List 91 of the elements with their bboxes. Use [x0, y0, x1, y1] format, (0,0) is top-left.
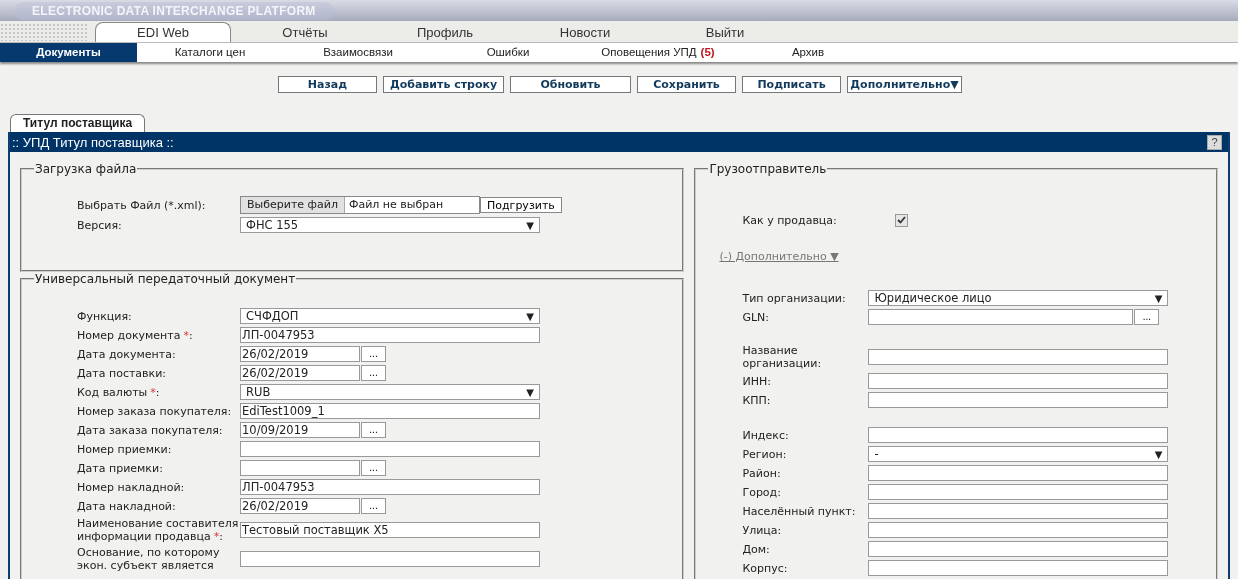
nav-tab[interactable]: Выйти — [655, 23, 795, 42]
field-label: Дата документа: — [77, 347, 177, 361]
field-label: Основание, по которому экон. субъект является — [77, 546, 221, 572]
text-field[interactable] — [868, 522, 1169, 538]
text-field[interactable] — [868, 560, 1169, 576]
field-label: Корпус: — [742, 561, 789, 575]
field-label: Дом: — [742, 542, 771, 556]
select-field[interactable]: Юридическое лицо ▼ — [868, 290, 1169, 306]
field-label: Наименование составителя информации продавца *: — [77, 517, 240, 543]
date-field[interactable]: 26/02/2019 — [240, 365, 360, 381]
field-label: Дата заказа покупателя: — [77, 423, 224, 437]
nav-tab[interactable]: Новости — [515, 23, 655, 42]
field-label: GLN: — [742, 310, 771, 324]
field-label: Функция: — [77, 309, 133, 323]
field-label: Населённый пункт: — [742, 504, 857, 518]
sub-nav-item[interactable]: Архив — [733, 43, 883, 62]
group-legend: Загрузка файла — [34, 162, 138, 176]
text-field[interactable] — [868, 503, 1169, 519]
text-field[interactable]: Тестовый поставщик X5 — [240, 522, 540, 538]
text-field[interactable] — [868, 309, 1134, 325]
select-field[interactable]: СЧФДОП ▼ — [240, 308, 540, 324]
date-field[interactable] — [240, 460, 360, 476]
field-label: Регион: — [742, 447, 788, 461]
text-field[interactable] — [868, 373, 1169, 389]
platform-title: ELECTRONIC DATA INTERCHANGE PLATFORM — [14, 1, 334, 20]
field-label: Номер приемки: — [77, 442, 173, 456]
select-field[interactable]: RUB ▼ — [240, 384, 540, 400]
text-field[interactable] — [868, 349, 1169, 365]
toolbar-button[interactable]: Добавить строку — [383, 76, 504, 93]
field-label: Номер документа *: — [77, 328, 194, 342]
date-field[interactable]: 10/09/2019 — [240, 422, 360, 438]
dropdown-button[interactable]: Дополнительно▼ — [847, 76, 962, 93]
field-label: Дата накладной: — [77, 499, 177, 513]
nav-tab[interactable]: Отчёты — [235, 23, 375, 42]
more-link[interactable]: (-) Дополнительно ▼ — [719, 250, 839, 263]
nav-tab[interactable]: Профиль — [375, 23, 515, 42]
field-label: Улица: — [742, 523, 783, 537]
field-label: Номер заказа покупателя: — [77, 404, 233, 418]
group-legend: Грузоотправитель — [708, 162, 828, 176]
toolbar-button[interactable]: Назад — [278, 76, 377, 93]
field-label: Район: — [742, 466, 782, 480]
text-field[interactable] — [868, 484, 1169, 500]
field-label: Версия: — [77, 218, 123, 232]
field-label: Дата приемки: — [77, 461, 164, 475]
field-label: Название организации: — [742, 344, 823, 370]
section-tab[interactable]: Титул поставщика — [10, 114, 146, 132]
text-field[interactable] — [868, 427, 1169, 443]
field-label: Как у продавца: — [742, 213, 838, 227]
date-field[interactable]: 26/02/2019 — [240, 346, 360, 362]
toolbar-button[interactable]: Сохранить — [637, 76, 736, 93]
text-field[interactable] — [868, 465, 1169, 481]
upload-button[interactable]: Подгрузить — [480, 197, 562, 213]
text-field[interactable]: ЛП-0047953 — [240, 327, 540, 343]
sub-nav-item[interactable]: Оповещения УПД (5) — [583, 43, 733, 62]
sub-nav-item[interactable]: Документы — [0, 43, 137, 62]
field-label: Дата поставки: — [77, 366, 168, 380]
date-picker-button[interactable]: ... — [361, 422, 386, 438]
nav-tab[interactable]: EDI Web — [95, 22, 231, 42]
toolbar-button[interactable]: Обновить — [510, 76, 631, 93]
field-label: КПП: — [742, 393, 772, 407]
date-picker-button[interactable]: ... — [361, 365, 386, 381]
panel-title: :: УПД Титул поставщика :: — [12, 134, 174, 150]
help-button[interactable]: ? — [1207, 134, 1222, 150]
sub-nav-item[interactable]: Ошибки — [433, 43, 583, 62]
text-field[interactable]: EdiTest1009_1 — [240, 403, 540, 419]
lookup-button[interactable]: ... — [1134, 309, 1160, 325]
date-field[interactable]: 26/02/2019 — [240, 498, 360, 514]
date-picker-button[interactable]: ... — [361, 346, 386, 362]
text-field[interactable] — [240, 551, 540, 567]
text-field[interactable] — [240, 441, 540, 457]
field-label: Номер накладной: — [77, 480, 186, 494]
sub-nav-item[interactable]: Каталоги цен — [137, 43, 283, 62]
sub-nav-item[interactable]: Взаимосвязи — [283, 43, 433, 62]
select-field[interactable]: - ▼ — [868, 446, 1169, 462]
checkbox[interactable] — [895, 213, 909, 227]
field-label: Тип организации: — [742, 291, 847, 305]
field-label: Индекс: — [742, 428, 790, 442]
field-label: Выбрать Файл (*.xml): — [77, 198, 207, 212]
field-label: Код валюты *: — [77, 385, 161, 399]
field-label: Город: — [742, 485, 782, 499]
text-field[interactable]: ЛП-0047953 — [240, 479, 540, 495]
group-legend: Универсальный передаточный документ — [34, 272, 297, 286]
field-label: ИНН: — [742, 374, 772, 388]
date-picker-button[interactable]: ... — [361, 460, 386, 476]
toolbar-button[interactable]: Подписать — [742, 76, 841, 93]
text-field[interactable] — [868, 392, 1169, 408]
date-picker-button[interactable]: ... — [361, 498, 386, 514]
text-field[interactable] — [868, 541, 1169, 557]
dot-pattern-icon — [0, 22, 88, 41]
file-input[interactable]: Выберите файл Файл не выбран — [240, 196, 480, 214]
select-field[interactable]: ФНС 155 ▼ — [240, 217, 540, 233]
